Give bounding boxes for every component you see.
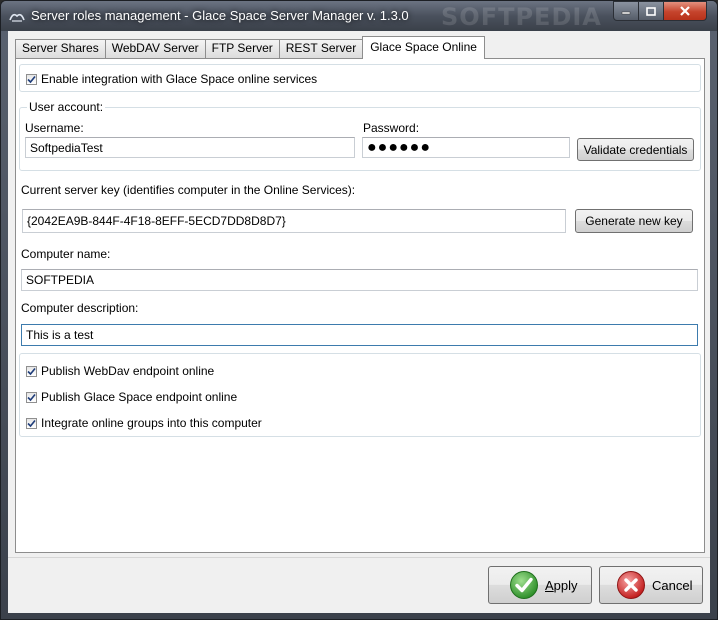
minimize-button[interactable] (613, 1, 639, 21)
username-input[interactable] (25, 137, 355, 158)
checkbox-box (26, 417, 37, 429)
checkbox-box (26, 73, 37, 85)
validate-credentials-button[interactable]: Validate credentials (577, 138, 694, 161)
password-input[interactable]: ●●●●●● (362, 137, 570, 158)
close-icon (680, 6, 690, 16)
dialog-client: Server Shares WebDAV Server FTP Server R… (8, 31, 710, 613)
integration-group: Enable integration with Glace Space onli… (19, 64, 701, 92)
publish-webdav-label: Publish WebDav endpoint online (41, 364, 215, 378)
window-title: Server roles management - Glace Space Se… (31, 8, 409, 23)
integrate-groups-checkbox[interactable]: Integrate online groups into this comput… (26, 416, 262, 430)
checkmark-icon (27, 367, 36, 375)
apply-label: Apply (545, 578, 578, 593)
apply-button[interactable]: Apply (488, 566, 592, 604)
tab-webdav-server[interactable]: WebDAV Server (104, 39, 206, 58)
close-button[interactable] (663, 1, 707, 21)
tab-glace-space-online[interactable]: Glace Space Online (362, 36, 485, 59)
app-window: Server roles management - Glace Space Se… (0, 0, 718, 620)
generate-new-key-button[interactable]: Generate new key (575, 209, 693, 233)
tab-panel-glace-space-online: Enable integration with Glace Space onli… (15, 58, 705, 553)
user-account-group-label: User account: (27, 100, 106, 114)
publish-glace-space-checkbox[interactable]: Publish Glace Space endpoint online (26, 390, 237, 404)
checkmark-icon (27, 419, 36, 427)
cancel-icon (617, 571, 645, 599)
tab-strip: Server Shares WebDAV Server FTP Server R… (15, 36, 485, 59)
title-bar[interactable]: Server roles management - Glace Space Se… (1, 1, 717, 31)
footer-divider (8, 557, 710, 558)
watermark: SOFTPEDIA (441, 3, 602, 31)
computer-name-label: Computer name: (21, 247, 111, 261)
publish-glace-space-label: Publish Glace Space endpoint online (41, 390, 238, 404)
checkbox-box (26, 391, 37, 403)
minimize-icon (621, 11, 631, 15)
computer-name-input[interactable] (21, 269, 698, 291)
server-key-label: Current server key (identifies computer … (21, 183, 356, 197)
computer-description-input[interactable] (21, 324, 698, 346)
cancel-button[interactable]: Cancel (599, 566, 703, 604)
maximize-icon (646, 6, 656, 16)
apply-label-rest: pply (553, 577, 578, 593)
publish-webdav-checkbox[interactable]: Publish WebDav endpoint online (26, 364, 214, 378)
username-label: Username: (25, 121, 84, 135)
checkmark-icon (27, 75, 36, 83)
tab-rest-server[interactable]: REST Server (278, 39, 364, 58)
integrate-groups-label: Integrate online groups into this comput… (41, 416, 262, 430)
server-key-input[interactable] (22, 209, 566, 233)
checkbox-box (26, 365, 37, 377)
password-label: Password: (363, 121, 420, 135)
tab-server-shares[interactable]: Server Shares (15, 39, 106, 58)
enable-integration-label: Enable integration with Glace Space onli… (41, 72, 318, 86)
checkmark-icon (27, 393, 36, 401)
apply-mnemonic: A (545, 577, 554, 593)
options-group: Publish WebDav endpoint online Publish G… (19, 353, 701, 437)
computer-description-label: Computer description: (21, 301, 139, 315)
tab-ftp-server[interactable]: FTP Server (204, 39, 280, 58)
maximize-button[interactable] (638, 1, 664, 21)
app-icon (9, 13, 25, 22)
checkmark-icon (510, 571, 538, 599)
cancel-label: Cancel (652, 577, 693, 593)
enable-integration-checkbox[interactable]: Enable integration with Glace Space onli… (26, 72, 317, 86)
user-account-group: User account: Username: Password: ●●●●●●… (19, 100, 701, 171)
